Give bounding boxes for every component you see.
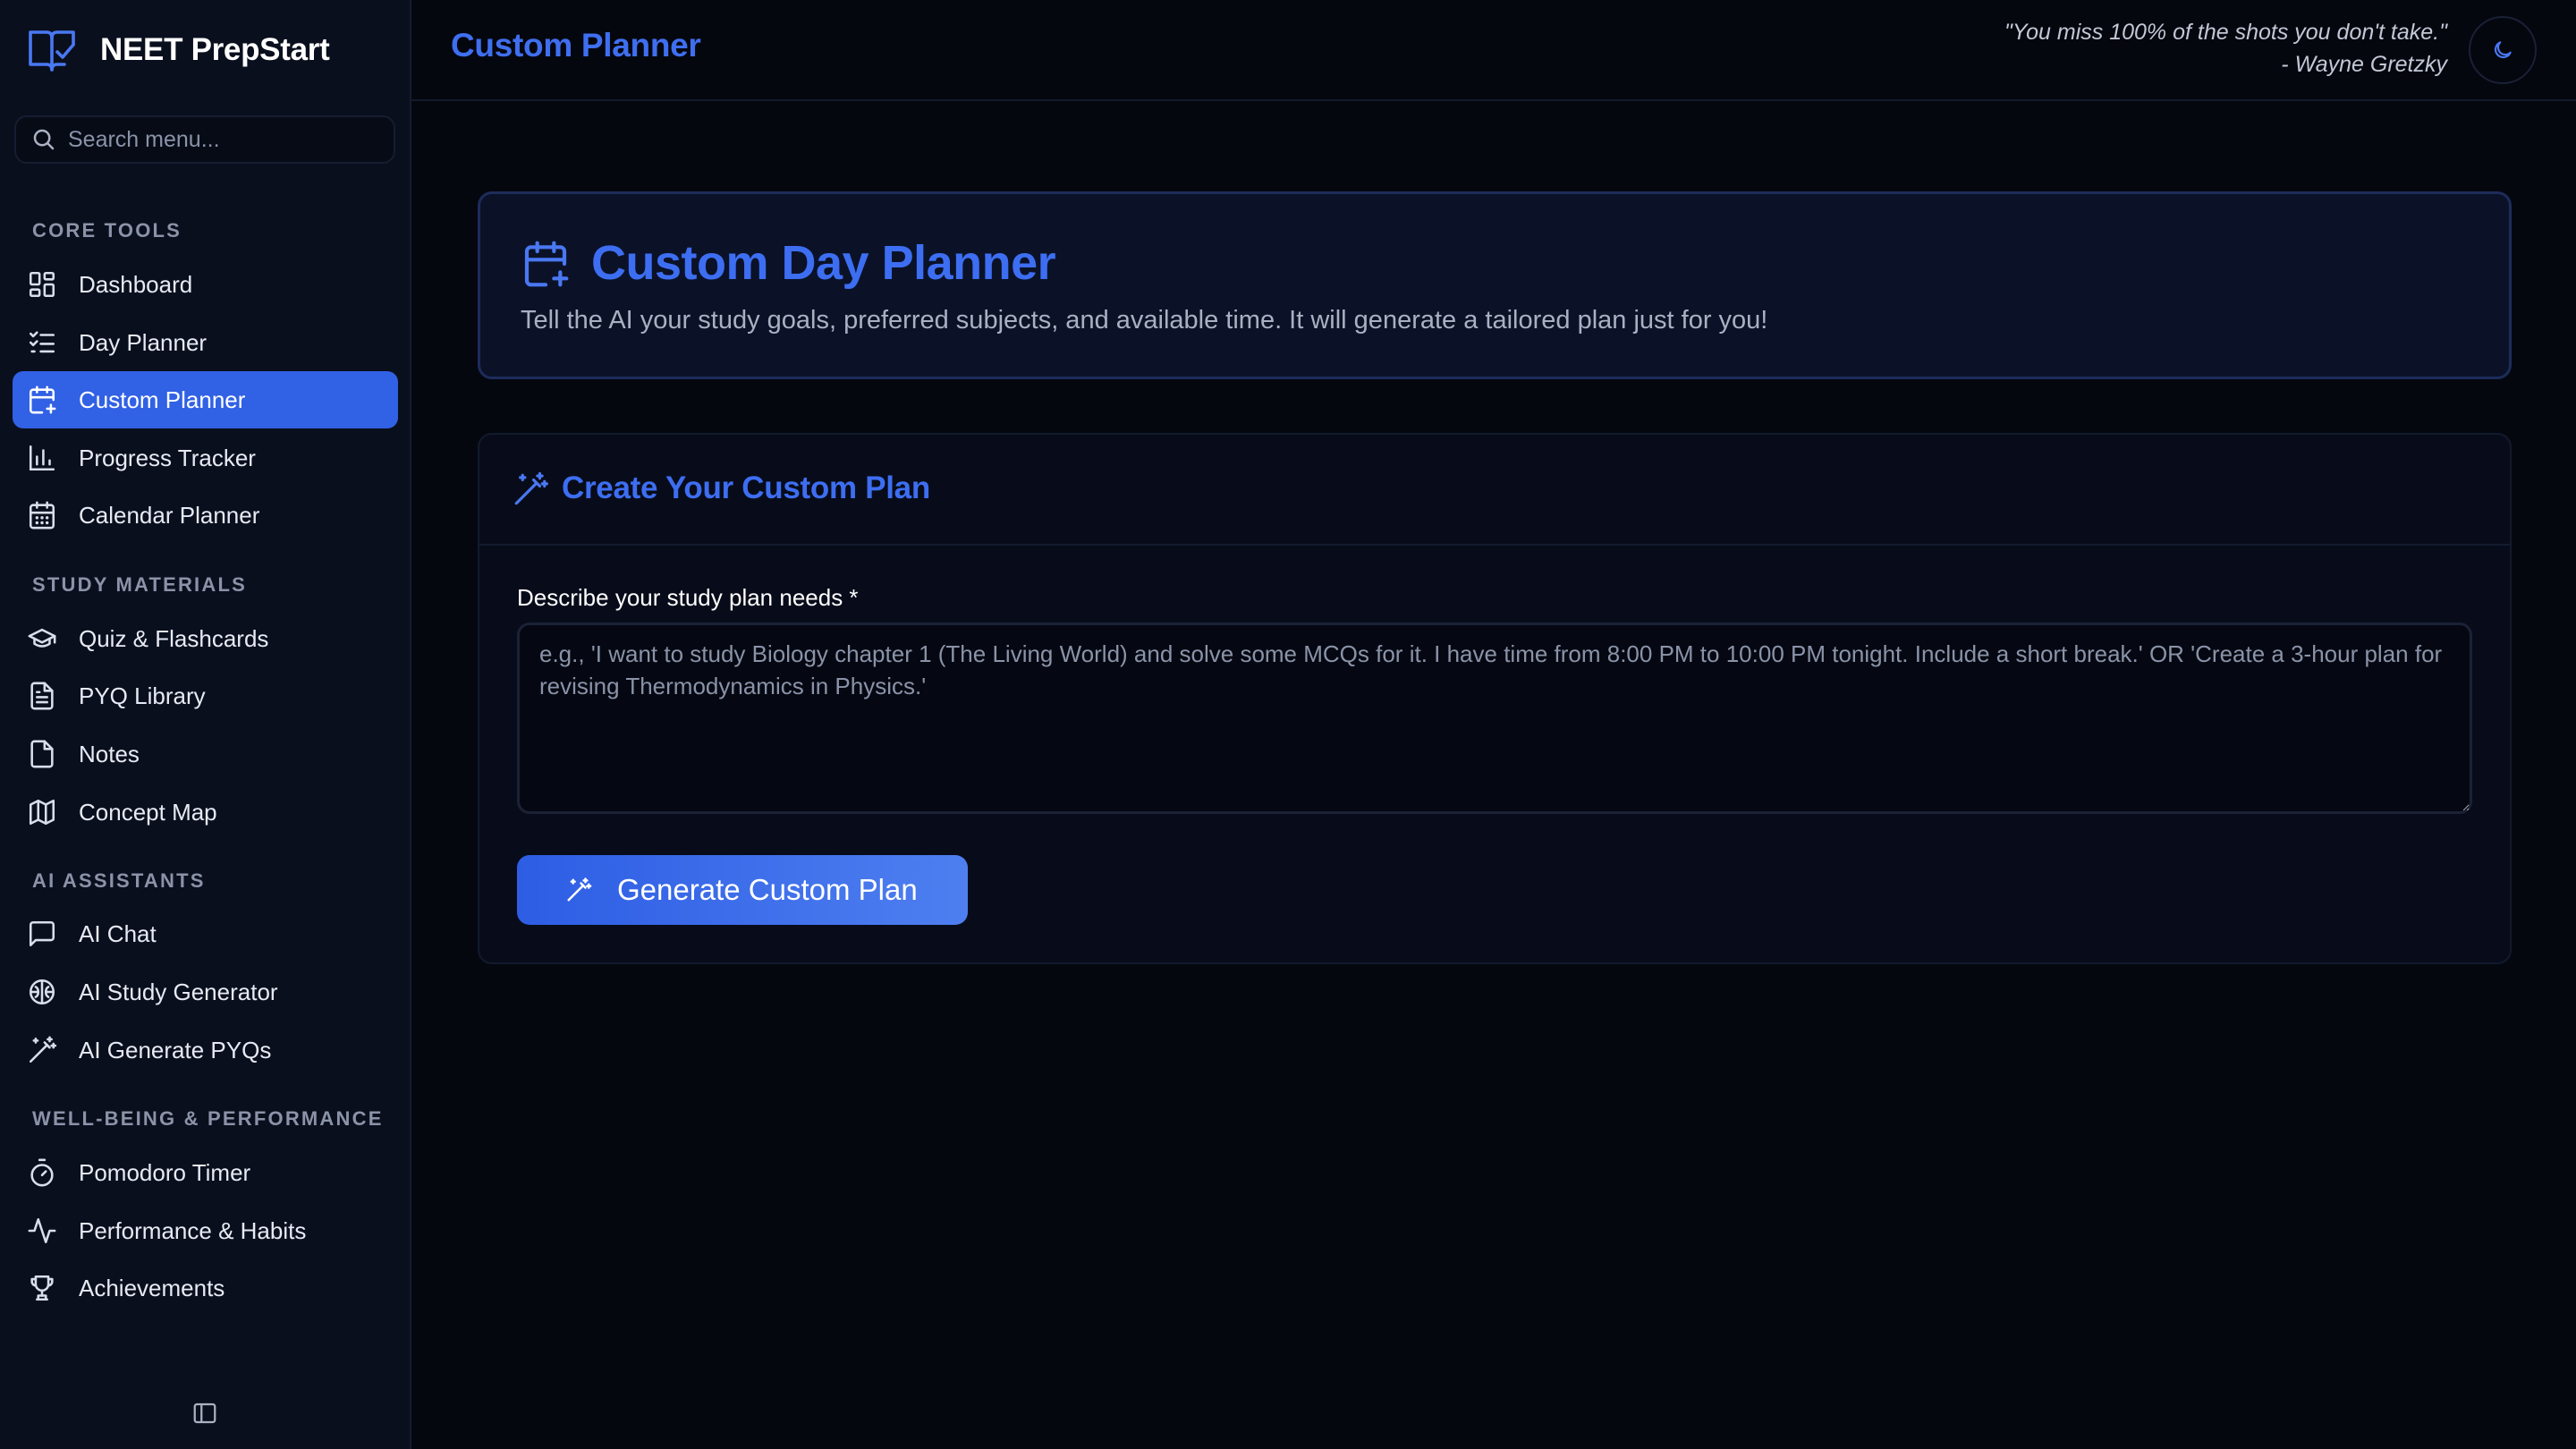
sidebar-item-dashboard[interactable]: Dashboard	[13, 256, 398, 313]
sidebar-item-label: AI Study Generator	[79, 978, 278, 1005]
top-header: Custom Planner "You miss 100% of the sho…	[411, 0, 2576, 101]
search-box[interactable]	[14, 115, 395, 164]
sidebar-item-pomodoro-timer[interactable]: Pomodoro Timer	[13, 1144, 398, 1201]
section-label-well-being: WELL-BEING & PERFORMANCE	[32, 1107, 384, 1130]
activity-icon	[28, 1217, 56, 1244]
sidebar-item-label: Pomodoro Timer	[79, 1158, 251, 1186]
sidebar-item-label: AI Generate PYQs	[79, 1036, 272, 1063]
brand[interactable]: NEET PrepStart	[27, 25, 330, 75]
app-name: NEET PrepStart	[100, 32, 330, 67]
theme-toggle-button[interactable]	[2469, 16, 2537, 84]
sidebar-item-label: AI Chat	[79, 919, 157, 947]
moon-icon	[2494, 41, 2512, 59]
sidebar-item-custom-planner[interactable]: Custom Planner	[13, 371, 398, 428]
magic-wand-icon	[29, 1036, 57, 1063]
search-icon	[33, 129, 55, 150]
section-label-study-materials: STUDY MATERIALS	[32, 573, 247, 596]
map-icon	[29, 799, 55, 826]
sidebar-item-label: Concept Map	[79, 798, 217, 826]
sidebar-toggle-icon[interactable]	[191, 1400, 218, 1427]
graduation-cap-icon	[28, 628, 56, 648]
dashboard-icon	[29, 271, 55, 298]
sidebar-item-label: Notes	[79, 740, 140, 767]
sidebar-item-label: Quiz & Flashcards	[79, 624, 269, 652]
sidebar-item-concept-map[interactable]: Concept Map	[13, 784, 398, 841]
calendar-plus-icon	[524, 241, 569, 287]
timer-icon	[30, 1158, 54, 1187]
sidebar-item-pyq-library[interactable]: PYQ Library	[13, 667, 398, 724]
sidebar-item-performance-habits[interactable]: Performance & Habits	[13, 1202, 398, 1259]
book-check-logo-icon	[29, 30, 75, 72]
sidebar-item-ai-chat[interactable]: AI Chat	[13, 905, 398, 962]
search-input[interactable]	[66, 125, 394, 154]
hero-title: Custom Day Planner	[591, 236, 1056, 290]
sidebar-item-label: Custom Planner	[79, 386, 246, 413]
motivational-quote: "You miss 100% of the shots you don't ta…	[2004, 16, 2447, 80]
sidebar-item-label: Day Planner	[79, 328, 208, 356]
sidebar-item-notes[interactable]: Notes	[13, 725, 398, 783]
page-title: Custom Planner	[451, 27, 701, 64]
sidebar-item-label: PYQ Library	[79, 682, 206, 709]
bar-chart-icon	[29, 445, 55, 471]
form-title: Create Your Custom Plan	[562, 470, 930, 505]
sidebar-item-quiz-flashcards[interactable]: Quiz & Flashcards	[13, 610, 398, 667]
hero-card: Custom Day Planner Tell the AI your stud…	[478, 191, 2512, 379]
sidebar-item-label: Progress Tracker	[79, 444, 256, 471]
calendar-grid-icon	[29, 501, 55, 530]
message-square-icon	[29, 920, 55, 947]
sidebar-item-calendar-planner[interactable]: Calendar Planner	[13, 487, 398, 544]
form-card-header: Create Your Custom Plan	[479, 435, 2510, 546]
quote-text: "You miss 100% of the shots you don't ta…	[2004, 20, 2447, 45]
magic-wand-icon	[567, 877, 592, 902]
generate-custom-plan-button[interactable]: Generate Custom Plan	[517, 855, 968, 925]
custom-plan-form-card: Create Your Custom Plan Describe your st…	[478, 433, 2512, 964]
sidebar: NEET PrepStart CORE TOOLS Dashboard Day …	[0, 0, 411, 1449]
study-plan-field-label: Describe your study plan needs *	[517, 584, 859, 611]
sidebar-item-day-planner[interactable]: Day Planner	[13, 314, 398, 371]
calendar-plus-icon	[29, 386, 56, 414]
brain-icon	[29, 979, 55, 1005]
sidebar-item-label: Dashboard	[79, 270, 193, 298]
study-plan-textarea[interactable]	[517, 623, 2472, 814]
sidebar-item-ai-generate-pyqs[interactable]: AI Generate PYQs	[13, 1021, 398, 1079]
section-label-ai-assistants: AI ASSISTANTS	[32, 869, 206, 892]
section-label-core-tools: CORE TOOLS	[32, 219, 182, 242]
sidebar-item-label: Achievements	[79, 1274, 225, 1301]
magic-wand-icon	[514, 471, 548, 505]
file-text-icon	[30, 682, 54, 710]
trophy-icon	[30, 1275, 54, 1301]
sidebar-item-progress-tracker[interactable]: Progress Tracker	[13, 429, 398, 487]
sidebar-item-label: Calendar Planner	[79, 501, 260, 529]
file-icon	[30, 740, 54, 768]
sidebar-item-achievements[interactable]: Achievements	[13, 1259, 398, 1317]
quote-author: - Wayne Gretzky	[2281, 52, 2447, 77]
generate-button-label: Generate Custom Plan	[617, 873, 918, 906]
sidebar-item-label: Performance & Habits	[79, 1216, 307, 1244]
sidebar-item-ai-study-generator[interactable]: AI Study Generator	[13, 963, 398, 1021]
list-checks-icon	[29, 331, 55, 353]
hero-subtitle: Tell the AI your study goals, preferred …	[521, 306, 1768, 335]
